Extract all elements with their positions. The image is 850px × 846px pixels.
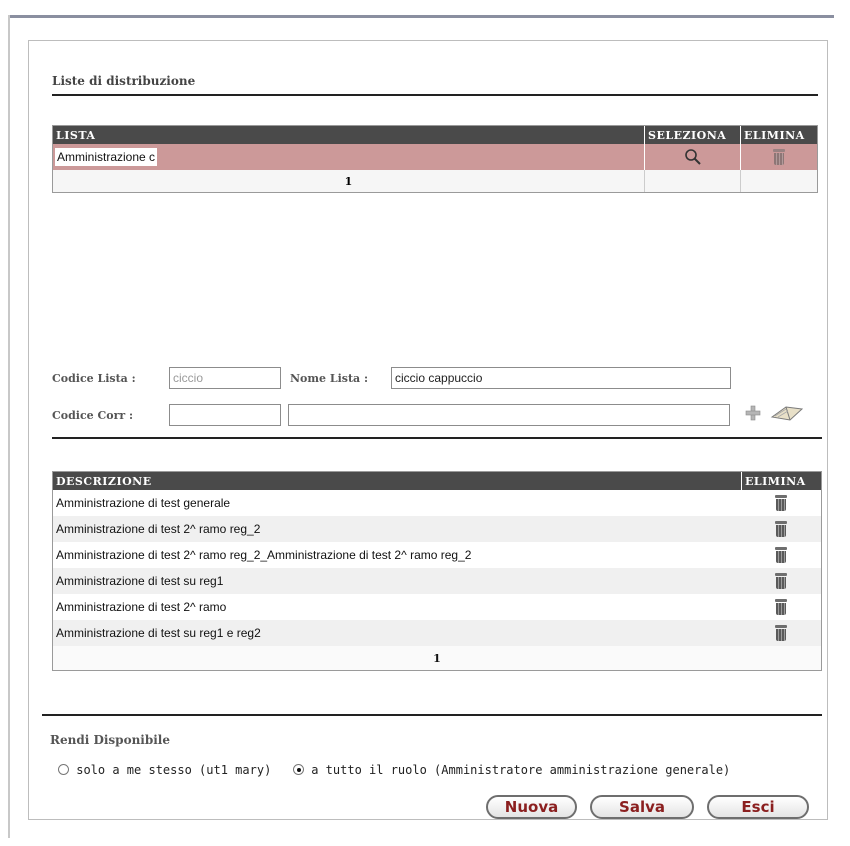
- radio-only-me[interactable]: [58, 764, 69, 775]
- table-row: Amministrazione di test 2^ ramo reg_2_Am…: [53, 542, 821, 568]
- table-row: Amministrazione di test generale: [53, 490, 821, 516]
- trash-icon[interactable]: [773, 149, 785, 165]
- radio-whole-role[interactable]: [293, 764, 304, 775]
- trash-icon[interactable]: [775, 573, 787, 589]
- window-top-border: [8, 15, 834, 18]
- window-left-border: [8, 15, 10, 838]
- magnifier-icon[interactable]: [684, 148, 702, 166]
- recipients-table-header: DESCRIZIONE ELIMINA: [53, 472, 821, 490]
- delete-cell[interactable]: [741, 516, 821, 542]
- form-divider: [52, 437, 822, 439]
- table-row: Amministrazione di test su reg1: [53, 568, 821, 594]
- pager-spacer: [644, 170, 740, 192]
- codice-corr-input[interactable]: [169, 404, 281, 426]
- recipient-name: Amministrazione di test 2^ ramo: [56, 600, 227, 614]
- lists-table-header: LISTA SELEZIONA ELIMINA: [53, 126, 817, 144]
- codice-lista-label: Codice Lista :: [52, 372, 136, 385]
- recipients-table: DESCRIZIONE ELIMINA Amministrazione di t…: [52, 471, 822, 671]
- descrizione-corr-input[interactable]: [288, 404, 730, 426]
- row-lista-cell: Amministrazione c: [53, 144, 644, 170]
- recipient-name: Amministrazione di test generale: [56, 496, 231, 510]
- table-row[interactable]: Amministrazione c: [53, 144, 817, 170]
- delete-cell[interactable]: [740, 144, 817, 170]
- delete-cell[interactable]: [741, 620, 821, 646]
- section-divider: [52, 94, 818, 96]
- recipient-name: Amministrazione di test su reg1: [56, 574, 224, 588]
- select-cell[interactable]: [644, 144, 740, 170]
- bottom-divider: [42, 714, 822, 716]
- codice-corr-label: Codice Corr :: [52, 409, 134, 422]
- nuova-button[interactable]: Nuova: [486, 795, 577, 819]
- col-header-lista: LISTA: [56, 128, 96, 142]
- trash-icon[interactable]: [775, 495, 787, 511]
- recipient-name: Amministrazione di test su reg1 e reg2: [56, 626, 261, 640]
- nome-lista-input[interactable]: [391, 367, 731, 389]
- trash-icon[interactable]: [775, 599, 787, 615]
- trash-icon[interactable]: [775, 547, 787, 563]
- row-lista-text: Amministrazione c: [55, 148, 158, 166]
- table-row: Amministrazione di test 2^ ramo reg_2: [53, 516, 821, 542]
- col-header-elimina: ELIMINA: [740, 126, 817, 144]
- recipient-name: Amministrazione di test 2^ ramo reg_2_Am…: [56, 548, 472, 562]
- table-row: Amministrazione di test su reg1 e reg2: [53, 620, 821, 646]
- codice-lista-input[interactable]: [169, 367, 281, 389]
- availability-title: Rendi Disponibile: [50, 733, 170, 747]
- col-header-descrizione: DESCRIZIONE: [56, 474, 152, 488]
- option-only-me-label: solo a me stesso (ut1 mary): [76, 763, 272, 777]
- availability-options: solo a me stesso (ut1 mary) a tutto il r…: [58, 763, 730, 777]
- recipient-name: Amministrazione di test 2^ ramo reg_2: [56, 522, 261, 536]
- col-header-elimina: ELIMINA: [741, 472, 821, 490]
- recipients-page-number[interactable]: 1: [433, 652, 441, 665]
- lists-page-number[interactable]: 1: [53, 170, 644, 192]
- lists-table: LISTA SELEZIONA ELIMINA Amministrazione …: [52, 125, 818, 193]
- nome-lista-label: Nome Lista :: [290, 372, 369, 385]
- add-icon[interactable]: [744, 404, 762, 422]
- recipients-pager-row: 1: [53, 646, 821, 670]
- delete-cell[interactable]: [741, 594, 821, 620]
- trash-icon[interactable]: [775, 521, 787, 537]
- esci-button[interactable]: Esci: [707, 795, 809, 819]
- delete-cell[interactable]: [741, 568, 821, 594]
- col-header-seleziona: SELEZIONA: [644, 126, 740, 144]
- address-book-icon[interactable]: [770, 403, 804, 423]
- delete-cell[interactable]: [741, 490, 821, 516]
- table-row: Amministrazione di test 2^ ramo: [53, 594, 821, 620]
- section-title-lists: Liste di distribuzione: [52, 74, 196, 88]
- delete-cell[interactable]: [741, 542, 821, 568]
- pager-spacer: [740, 170, 817, 192]
- trash-icon[interactable]: [775, 625, 787, 641]
- lists-pager-row: 1: [53, 170, 817, 192]
- option-whole-role-label: a tutto il ruolo (Amministratore amminis…: [311, 763, 731, 777]
- salva-button[interactable]: Salva: [590, 795, 694, 819]
